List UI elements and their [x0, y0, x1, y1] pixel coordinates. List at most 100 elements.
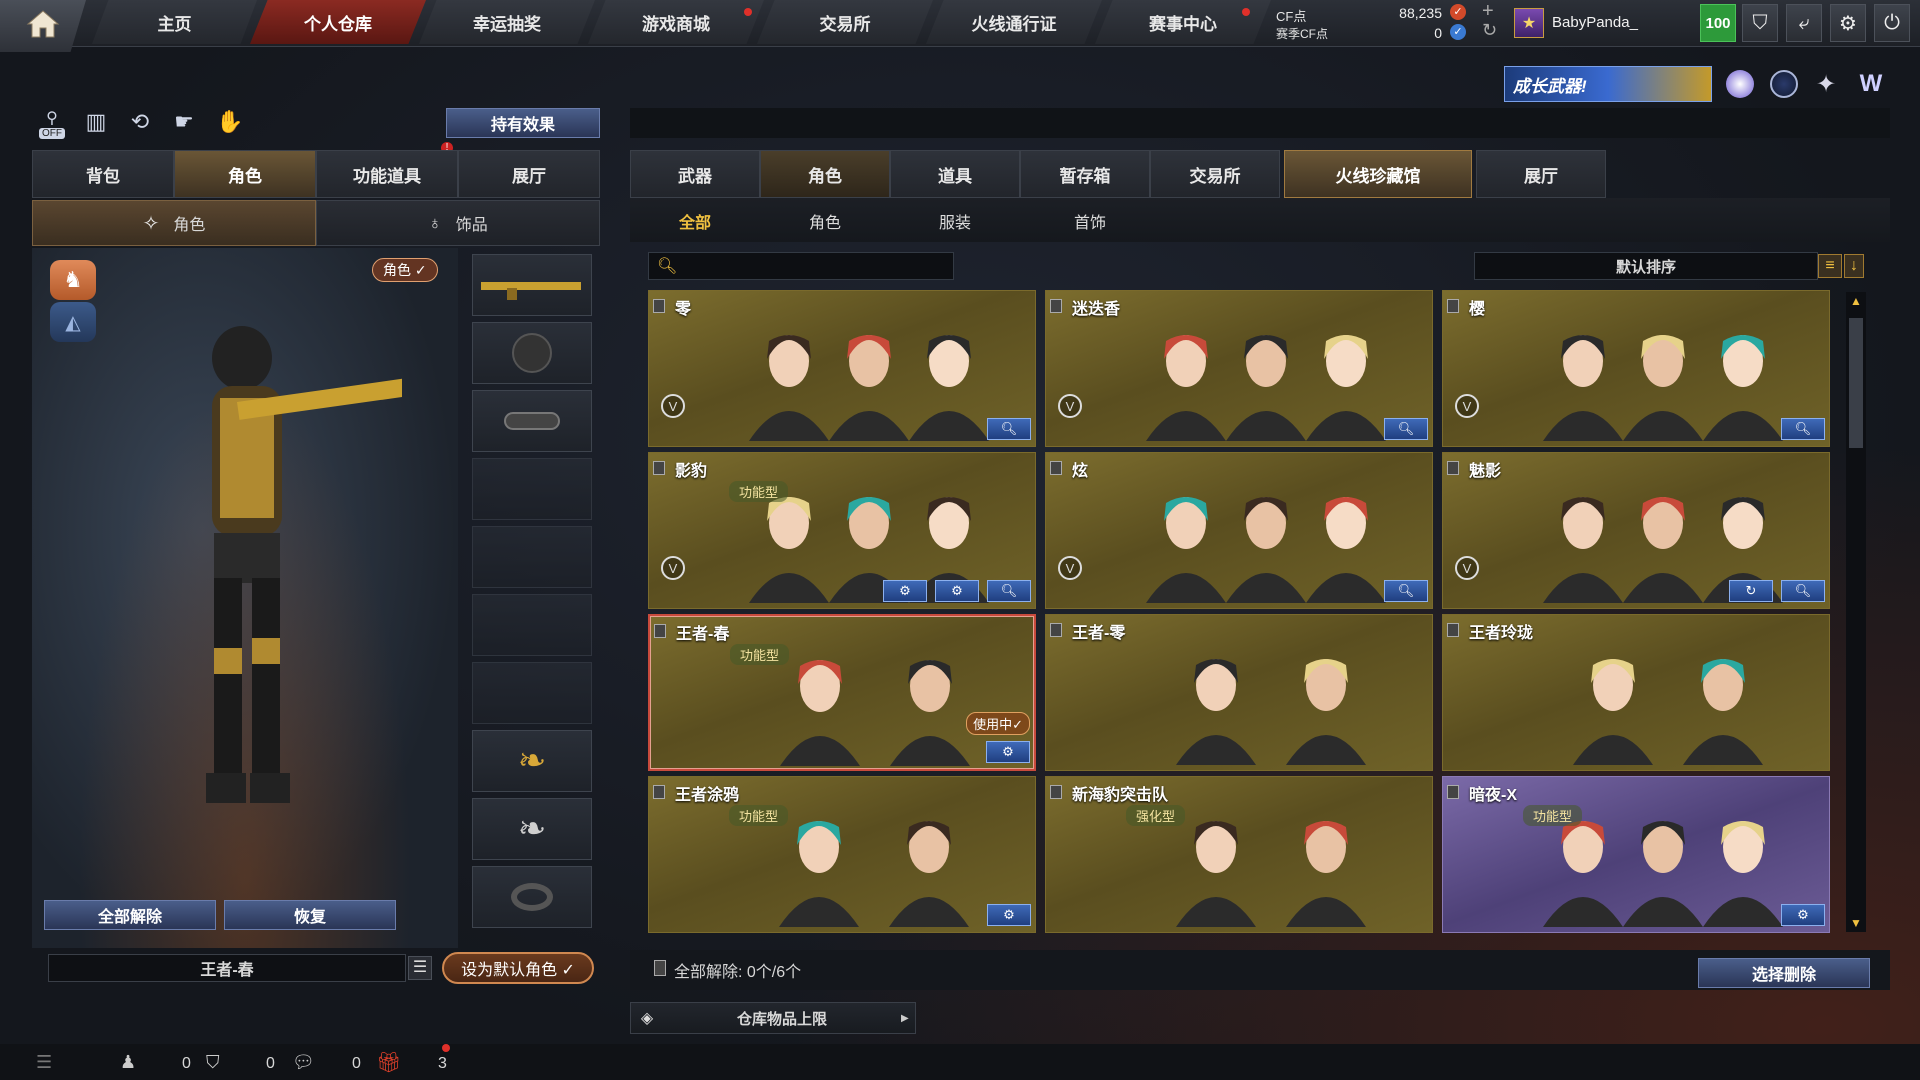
search-icon[interactable]: 🔍︎ — [1384, 580, 1428, 602]
storage-limit-bar[interactable]: ◈ 仓库物品上限 ▶ — [630, 1002, 916, 1034]
refresh-points-icon[interactable]: ↻ — [1482, 20, 1497, 41]
scroll-down-icon[interactable]: ▼ — [1850, 916, 1862, 930]
slot-accessory-silver[interactable]: ❧ — [472, 798, 592, 860]
slot-accessory-gold[interactable]: ❧ — [472, 730, 592, 792]
gift-icon[interactable]: 🎁︎ — [376, 1050, 401, 1075]
nav-tab-home[interactable]: 主页 — [92, 0, 257, 44]
subtab-accessory[interactable]: ♁ 饰品 — [316, 200, 600, 246]
return-icon[interactable]: ⤶ — [1786, 4, 1822, 42]
nav-tab-event-center[interactable]: 赛事中心 — [1095, 0, 1271, 44]
left-tab-character[interactable]: 角色 — [174, 150, 316, 198]
set-default-role-button[interactable]: 设为默认角色 ✓ — [442, 952, 594, 984]
character-card[interactable]: 王者-零 — [1045, 614, 1433, 771]
shield-icon[interactable]: ⛉ — [1742, 4, 1778, 42]
power-icon[interactable]: ⏻ — [1874, 4, 1910, 42]
right-tab-weapons[interactable]: 武器 — [630, 150, 760, 198]
slot-helmet[interactable] — [472, 322, 592, 384]
clan-shield-icon[interactable]: ⛉ — [206, 1052, 220, 1073]
subtab-character-label: 角色 — [173, 217, 206, 234]
left-tab-function-items[interactable]: 功能道具 — [316, 150, 458, 198]
globe-icon[interactable] — [1770, 70, 1798, 98]
slot-goggles[interactable] — [472, 390, 592, 452]
right-tab-temp-storage[interactable]: 暂存箱 — [1020, 150, 1150, 198]
search-icon[interactable]: 🔍︎ — [1781, 418, 1825, 440]
gear-icon[interactable]: ⚙ — [986, 741, 1030, 763]
nav-tab-lucky-draw[interactable]: 幸运抽奖 — [419, 0, 595, 44]
nav-tab-personal-storage[interactable]: 个人仓库 — [250, 0, 426, 44]
right-tab-collection-hall[interactable]: 火线珍藏馆 — [1284, 150, 1472, 198]
subtab-clothing[interactable]: 服装 — [890, 200, 1020, 242]
slot-empty[interactable] — [472, 458, 592, 520]
toggle-off-button[interactable]: ⚲ OFF — [34, 108, 70, 142]
holding-effect-button[interactable]: 持有效果 — [446, 108, 600, 138]
gear-icon[interactable]: ⚙ — [1830, 4, 1866, 42]
unequip-all-button[interactable]: 全部解除 — [44, 900, 216, 930]
right-tab-exchange[interactable]: 交易所 — [1150, 150, 1280, 198]
subtab-all[interactable]: 全部 — [630, 200, 760, 242]
subtab-jewelry[interactable]: 首饰 — [1020, 200, 1160, 242]
character-card[interactable]: 魅影 V 🔍︎ ↻ — [1442, 452, 1830, 609]
sort-dropdown[interactable]: 默认排序 — [1474, 252, 1818, 280]
chat-icon[interactable]: 💬︎ — [292, 1052, 315, 1073]
friends-icon[interactable]: ♟ — [120, 1052, 136, 1073]
menu-icon[interactable]: ☰ — [36, 1052, 52, 1073]
list-icon[interactable]: ☰ — [408, 956, 432, 980]
search-icon[interactable]: 🔍︎ — [1384, 418, 1428, 440]
nav-tab-battle-pass[interactable]: 火线通行证 — [926, 0, 1102, 44]
gear-icon[interactable]: ⚙ — [1781, 904, 1825, 926]
character-card[interactable]: 王者涂鸦 功能型 ⚙ — [648, 776, 1036, 933]
character-mode-icon[interactable]: ♞ — [50, 260, 96, 300]
refresh-icon[interactable]: ↻ — [1729, 580, 1773, 602]
settings-icon[interactable]: ⚙ — [935, 580, 979, 602]
pose-icon[interactable]: ☛ — [168, 106, 200, 138]
slot-empty[interactable] — [472, 662, 592, 724]
compass-icon[interactable]: ✦ — [1812, 70, 1840, 98]
right-tab-items[interactable]: 道具 — [890, 150, 1020, 198]
sort-desc-icon[interactable]: ↓ — [1844, 254, 1864, 278]
search-icon[interactable]: 🔍︎ — [987, 418, 1031, 440]
scrollbar[interactable]: ▲ ▼ — [1846, 292, 1866, 932]
podium-icon[interactable]: ▥ — [80, 106, 112, 138]
right-tab-showroom[interactable]: 展厅 — [1476, 150, 1606, 198]
glove-icon[interactable]: ✋ — [214, 106, 246, 138]
character-card[interactable]: 炫 V 🔍︎ — [1045, 452, 1433, 609]
character-card[interactable]: 新海豹突击队 强化型 — [1045, 776, 1433, 933]
select-delete-button[interactable]: 选择删除 — [1698, 958, 1870, 988]
nav-tab-game-store[interactable]: 游戏商城 — [588, 0, 764, 44]
slot-empty[interactable] — [472, 526, 592, 588]
character-card[interactable]: 樱 V 🔍︎ — [1442, 290, 1830, 447]
character-card[interactable]: 迷迭香 V 🔍︎ — [1045, 290, 1433, 447]
character-card[interactable]: 影豹 功能型 V 🔍︎ ⚙ ⚙ — [648, 452, 1036, 609]
search-input[interactable] — [685, 258, 953, 274]
slot-primary-weapon[interactable] — [472, 254, 592, 316]
list-view-icon[interactable]: ≡ — [1818, 254, 1842, 278]
scroll-thumb[interactable] — [1849, 318, 1863, 448]
search-box[interactable]: 🔍︎ — [648, 252, 954, 280]
character-card[interactable]: 暗夜-X 功能型 ⚙ — [1442, 776, 1830, 933]
home-icon — [26, 9, 60, 44]
scroll-up-icon[interactable]: ▲ — [1850, 294, 1862, 308]
event-v-icon[interactable] — [1726, 70, 1754, 98]
card-name: 暗夜-X — [1469, 787, 1518, 804]
growth-weapon-banner[interactable]: 成长武器! — [1504, 66, 1712, 102]
character-card[interactable]: 王者-春 功能型 使用中✓ ⚙ — [648, 614, 1036, 771]
right-tab-character[interactable]: 角色 — [760, 150, 890, 198]
slot-empty[interactable] — [472, 594, 592, 656]
weapon-mode-icon[interactable]: ◭ — [50, 302, 96, 342]
left-tab-backpack[interactable]: 背包 — [32, 150, 174, 198]
gear-icon[interactable]: ⚙ — [883, 580, 927, 602]
subtab-character[interactable]: ✧ 角色 — [32, 200, 316, 246]
search-icon[interactable]: 🔍︎ — [987, 580, 1031, 602]
restore-button[interactable]: 恢复 — [224, 900, 396, 930]
subtab-role[interactable]: 角色 — [760, 200, 890, 242]
character-viewport[interactable]: ♞ ◭ 角色 ✓ 全部解除 恢复 — [32, 248, 458, 948]
gear-icon[interactable]: ⚙ — [987, 904, 1031, 926]
search-icon[interactable]: 🔍︎ — [1781, 580, 1825, 602]
rotate-icon[interactable]: ⟲ — [124, 106, 156, 138]
slot-ring[interactable] — [472, 866, 592, 928]
w-logo-icon[interactable]: W — [1854, 70, 1888, 98]
left-tab-showroom[interactable]: 展厅 — [458, 150, 600, 198]
character-card[interactable]: 零 V 🔍︎ — [648, 290, 1036, 447]
nav-tab-exchange[interactable]: 交易所 — [757, 0, 933, 44]
character-card[interactable]: 王者玲珑 — [1442, 614, 1830, 771]
